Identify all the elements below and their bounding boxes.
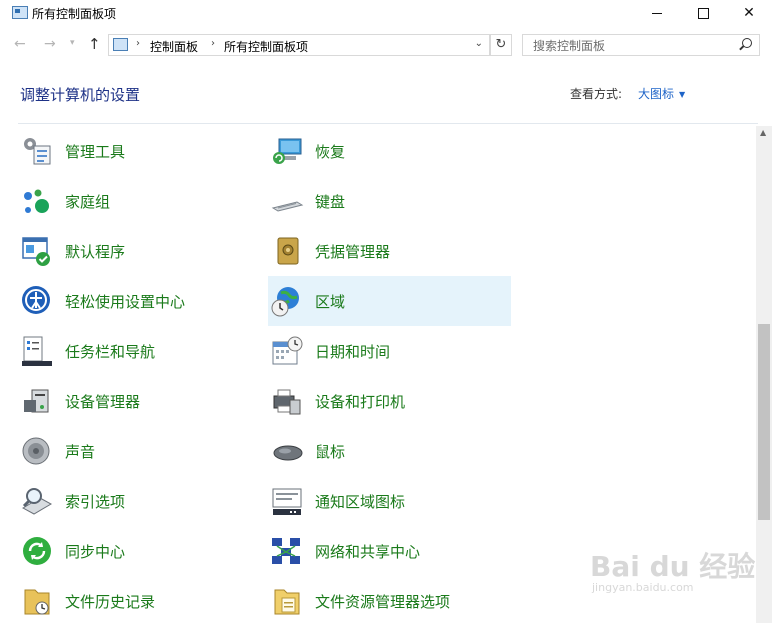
indexing-icon: [20, 484, 54, 518]
credential-manager-icon: [270, 234, 304, 268]
item-keyboard[interactable]: 键盘: [268, 176, 511, 226]
view-by-value[interactable]: 大图标: [638, 87, 674, 101]
address-bar[interactable]: › 控制面板 › 所有控制面板项 ⌄: [108, 34, 490, 56]
item-file-history[interactable]: 文件历史记录: [18, 576, 261, 626]
breadcrumb-all-items[interactable]: 所有控制面板项: [224, 38, 308, 55]
item-credential-manager[interactable]: 凭据管理器: [268, 226, 511, 276]
page-heading: 调整计算机的设置: [20, 86, 141, 104]
window-title: 所有控制面板项: [32, 7, 117, 21]
item-devices-printers[interactable]: 设备和打印机: [268, 376, 511, 426]
item-device-manager[interactable]: 设备管理器: [18, 376, 261, 426]
breadcrumb-chevron-icon[interactable]: ›: [136, 38, 140, 49]
mouse-icon: [270, 434, 304, 468]
date-time-icon: [270, 334, 304, 368]
search-icon[interactable]: [742, 38, 752, 48]
vertical-scrollbar[interactable]: ▲: [756, 126, 772, 623]
watermark-brand: Bai du 经验: [590, 550, 756, 583]
item-date-time[interactable]: 日期和时间: [268, 326, 511, 376]
refresh-icon: ↻: [495, 37, 507, 52]
baidu-jingyan-watermark: Bai du 经验 jingyan.baidu.com: [590, 545, 755, 594]
maximize-button[interactable]: [680, 0, 726, 26]
up-arrow-icon[interactable]: ↑: [88, 35, 101, 53]
control-panel-icon: [113, 38, 128, 51]
view-by-label: 查看方式:: [570, 87, 623, 101]
item-sync-center[interactable]: 同步中心: [18, 526, 261, 576]
network-sharing-icon: [270, 534, 304, 568]
scroll-up-arrow-icon[interactable]: ▲: [760, 128, 766, 137]
item-label[interactable]: 通知区域图标: [315, 491, 405, 512]
item-label[interactable]: 鼠标: [315, 441, 345, 462]
item-homegroup[interactable]: 家庭组: [18, 176, 261, 226]
item-label[interactable]: 任务栏和导航: [65, 341, 155, 362]
homegroup-icon: [20, 184, 54, 218]
item-label[interactable]: 设备和打印机: [315, 391, 405, 412]
file-history-icon: [20, 584, 54, 618]
item-label[interactable]: 轻松使用设置中心: [65, 291, 185, 312]
item-label[interactable]: 凭据管理器: [315, 241, 390, 262]
item-label[interactable]: 默认程序: [65, 241, 125, 262]
item-label[interactable]: 恢复: [315, 141, 345, 162]
ease-of-access-icon: [20, 284, 54, 318]
file-explorer-options-icon: [270, 584, 304, 618]
item-taskbar[interactable]: 任务栏和导航: [18, 326, 261, 376]
breadcrumb-chevron-icon[interactable]: ›: [211, 38, 215, 49]
close-button[interactable]: ✕: [726, 0, 772, 26]
item-region[interactable]: 区域: [268, 276, 511, 326]
item-label[interactable]: 区域: [315, 291, 345, 312]
sound-icon: [20, 434, 54, 468]
scrollbar-thumb[interactable]: [758, 324, 770, 520]
breadcrumb-control-panel[interactable]: 控制面板: [150, 38, 198, 55]
region-icon: [270, 284, 304, 318]
item-label[interactable]: 键盘: [315, 191, 345, 212]
item-recovery[interactable]: 恢复: [268, 126, 511, 176]
back-arrow-icon[interactable]: ←: [14, 36, 26, 52]
notification-icons-icon: [270, 484, 304, 518]
title-bar: 所有控制面板项 ✕: [0, 0, 772, 26]
recent-locations-chevron-icon[interactable]: ▾: [70, 38, 75, 48]
device-manager-icon: [20, 384, 54, 418]
minimize-button[interactable]: [634, 0, 680, 26]
item-sound[interactable]: 声音: [18, 426, 261, 476]
item-label[interactable]: 日期和时间: [315, 341, 390, 362]
forward-arrow-icon[interactable]: →: [44, 36, 56, 52]
search-input[interactable]: [531, 38, 735, 54]
item-file-explorer-options[interactable]: 文件资源管理器选项: [268, 576, 511, 626]
search-box[interactable]: [522, 34, 760, 56]
keyboard-icon: [270, 184, 304, 218]
item-notification-icons[interactable]: 通知区域图标: [268, 476, 511, 526]
control-panel-app-icon: [12, 6, 28, 19]
devices-printers-icon: [270, 384, 304, 418]
admin-tools-icon: [20, 134, 54, 168]
minimize-icon: [652, 12, 662, 14]
item-label[interactable]: 设备管理器: [65, 391, 140, 412]
item-network-sharing[interactable]: 网络和共享中心: [268, 526, 511, 576]
maximize-icon: [697, 7, 709, 19]
item-label[interactable]: 文件资源管理器选项: [315, 591, 450, 612]
recovery-icon: [270, 134, 304, 168]
item-label[interactable]: 网络和共享中心: [315, 541, 420, 562]
item-indexing[interactable]: 索引选项: [18, 476, 261, 526]
default-programs-icon: [20, 234, 54, 268]
item-mouse[interactable]: 鼠标: [268, 426, 511, 476]
header-divider: [18, 123, 758, 124]
item-default-programs[interactable]: 默认程序: [18, 226, 261, 276]
taskbar-icon: [20, 334, 54, 368]
address-dropdown-chevron-icon[interactable]: ⌄: [475, 38, 483, 49]
item-label[interactable]: 管理工具: [65, 141, 125, 162]
dropdown-caret-icon[interactable]: ▼: [679, 90, 685, 99]
sync-center-icon: [20, 534, 54, 568]
close-icon: ✕: [743, 5, 755, 21]
view-by-dropdown[interactable]: 大图标 ▼: [638, 85, 685, 102]
item-admin-tools[interactable]: 管理工具: [18, 126, 261, 176]
refresh-button[interactable]: ↻: [490, 34, 512, 56]
item-label[interactable]: 同步中心: [65, 541, 125, 562]
item-label[interactable]: 索引选项: [65, 491, 125, 512]
item-label[interactable]: 声音: [65, 441, 95, 462]
item-ease-of-access[interactable]: 轻松使用设置中心: [18, 276, 261, 326]
item-label[interactable]: 家庭组: [65, 191, 110, 212]
item-label[interactable]: 文件历史记录: [65, 591, 155, 612]
navigation-bar: ← → ▾ ↑ › 控制面板 › 所有控制面板项 ⌄ ↻: [0, 32, 772, 58]
